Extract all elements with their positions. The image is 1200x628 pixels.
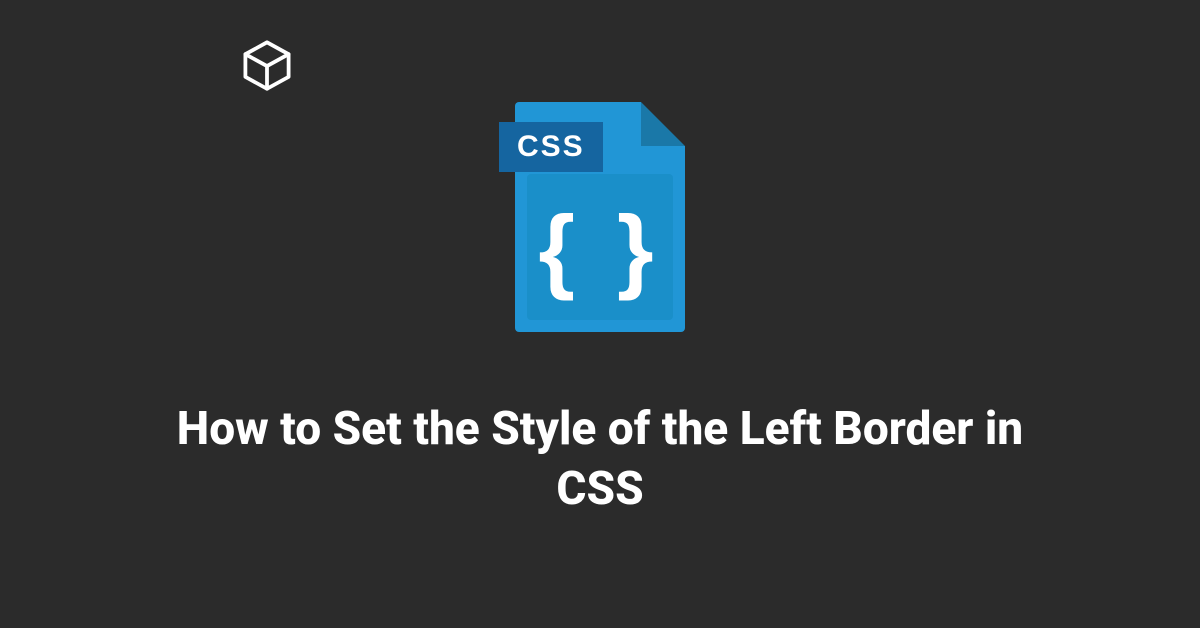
- css-badge: CSS: [499, 122, 603, 172]
- css-file-icon: CSS { }: [505, 102, 695, 332]
- cube-icon: [240, 38, 294, 92]
- file-fold: [641, 102, 685, 146]
- page-title: How to Set the Style of the Left Border …: [0, 400, 1200, 520]
- braces-icon: { }: [505, 202, 695, 296]
